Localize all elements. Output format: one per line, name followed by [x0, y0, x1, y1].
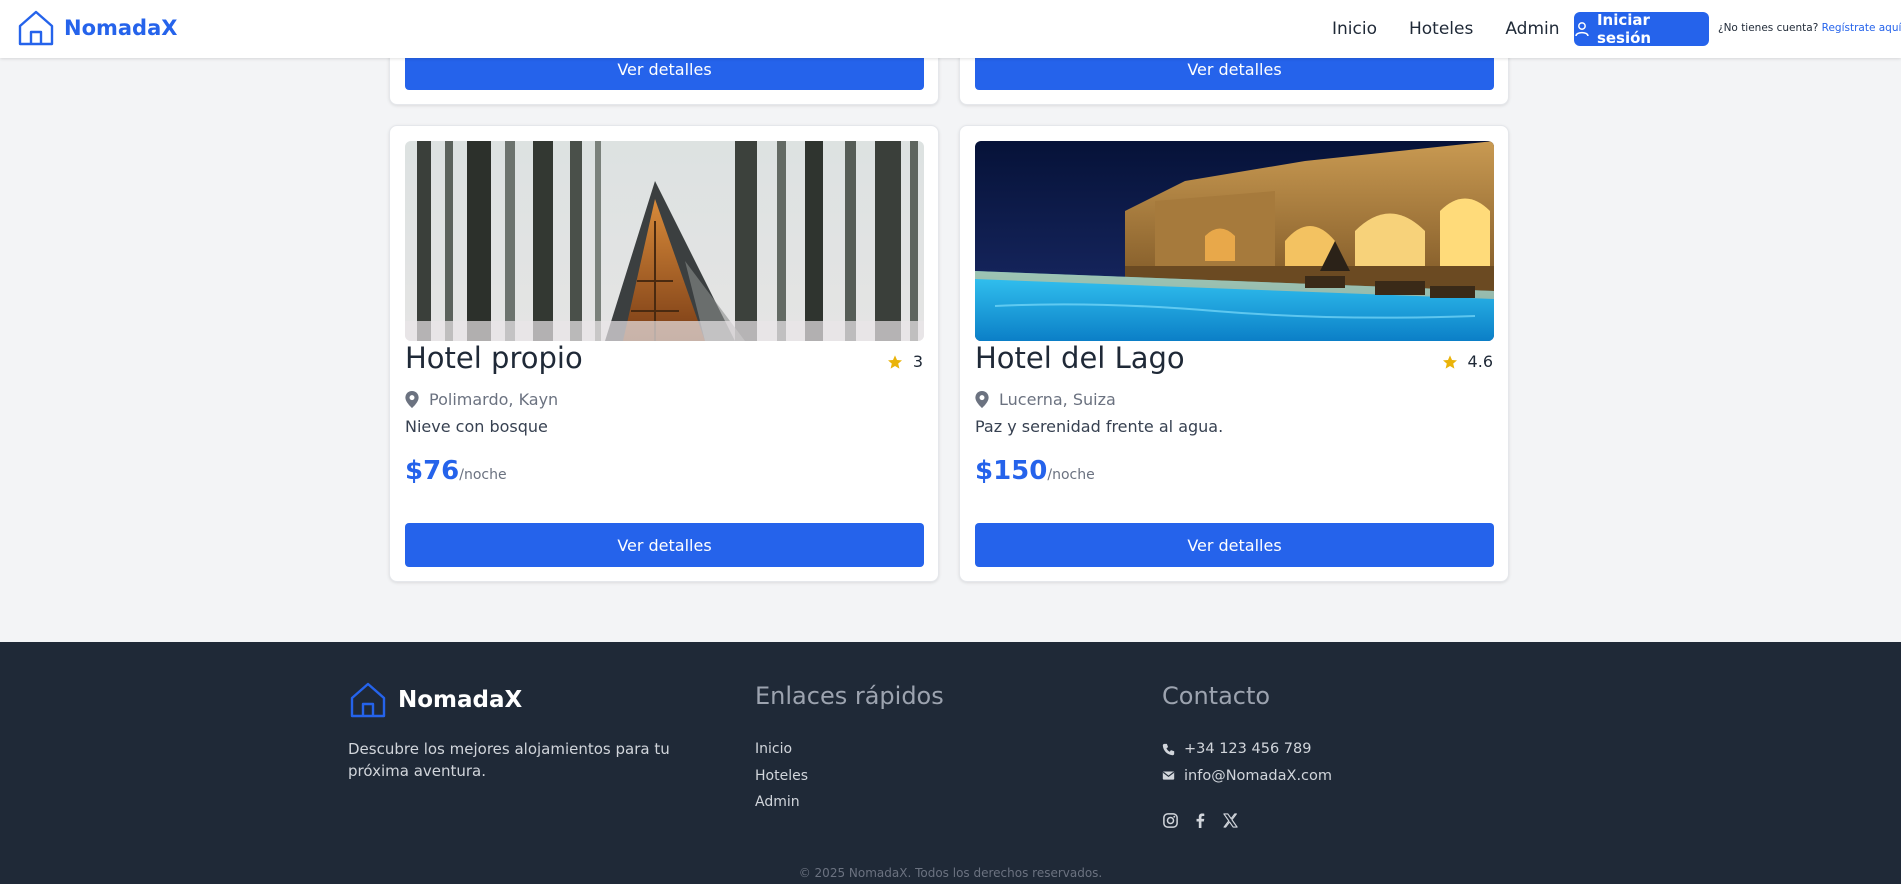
hotel-price: $76 /noche: [405, 456, 507, 486]
hotel-card: Hotel del Lago 4.6 Lucerna, Suiza Paz y …: [959, 125, 1509, 582]
ver-detalles-button[interactable]: Ver detalles: [405, 523, 924, 567]
footer-brand: NomadaX: [348, 680, 522, 720]
price-amount: $76: [405, 456, 460, 486]
hotel-image[interactable]: [405, 141, 924, 341]
star-icon: [1442, 354, 1457, 369]
login-button[interactable]: Iniciar sesión: [1574, 11, 1709, 47]
footer-brand-name: NomadaX: [398, 687, 523, 713]
hotel-name: Hotel propio: [405, 341, 583, 375]
price-unit: /noche: [459, 467, 507, 483]
footer-description: Descubre los mejores alojamientos para t…: [348, 740, 670, 780]
hotel-image[interactable]: [975, 141, 1494, 341]
rating-value: 4.6: [1467, 352, 1493, 371]
footer-link-inicio[interactable]: Inicio: [755, 736, 808, 763]
contact-info: +34 123 456 789 info@NomadaX.com: [1162, 736, 1332, 789]
facebook-icon[interactable]: [1192, 812, 1209, 829]
price-amount: $150: [975, 456, 1048, 486]
quick-links: Inicio Hoteles Admin: [755, 736, 808, 816]
signup-prompt-text: ¿No tienes cuenta?: [1718, 22, 1819, 34]
phone-text: +34 123 456 789: [1184, 741, 1312, 757]
ver-detalles-button[interactable]: Ver detalles: [975, 523, 1494, 567]
brand-logo[interactable]: NomadaX: [16, 8, 177, 48]
email-text: info@NomadaX.com: [1184, 767, 1333, 784]
quick-links-heading: Enlaces rápidos: [755, 682, 944, 710]
house-icon: [18, 10, 54, 46]
hotel-description: Nieve con bosque: [405, 417, 548, 436]
hotel-location: Lucerna, Suiza: [975, 390, 1116, 409]
rating-value: 3: [912, 352, 923, 371]
hotel-rating: 4.6: [1442, 352, 1493, 371]
footer-link-admin[interactable]: Admin: [755, 789, 808, 816]
price-unit: /noche: [1047, 467, 1095, 483]
envelope-icon: [1162, 771, 1175, 780]
hotel-rating: 3: [887, 352, 923, 371]
map-pin-icon: [975, 391, 989, 408]
signup-prompt: ¿No tienes cuenta? Regístrate aquí: [1718, 22, 1901, 34]
star-icon: [887, 354, 902, 369]
nav-inicio[interactable]: Inicio: [1332, 19, 1377, 39]
house-icon: [350, 682, 386, 718]
copyright: © 2025 NomadaX. Todos los derechos reser…: [798, 866, 1103, 880]
hotel-location: Polimardo, Kayn: [405, 390, 558, 409]
hotel-price: $150 /noche: [975, 456, 1095, 486]
x-icon[interactable]: [1222, 812, 1239, 829]
contact-phone: +34 123 456 789: [1162, 736, 1332, 763]
social-links: [1162, 812, 1252, 829]
instagram-icon[interactable]: [1162, 812, 1179, 829]
login-label: Iniciar sesión: [1596, 11, 1652, 47]
phone-icon: [1162, 743, 1175, 755]
hotel-card: Hotel propio 3 Polimardo, Kayn Nieve con…: [389, 125, 939, 582]
nav-hoteles[interactable]: Hoteles: [1409, 19, 1473, 39]
map-pin-icon: [405, 391, 419, 408]
footer-link-hoteles[interactable]: Hoteles: [755, 763, 808, 790]
location-text: Polimardo, Kayn: [429, 390, 559, 409]
main-nav: Inicio Hoteles Admin: [1332, 0, 1592, 58]
hotel-name: Hotel del Lago: [975, 341, 1185, 375]
top-navbar: NomadaX Inicio Hoteles Admin Iniciar ses…: [0, 0, 1901, 58]
location-text: Lucerna, Suiza: [999, 390, 1116, 409]
brand-name: NomadaX: [64, 16, 178, 40]
nav-admin[interactable]: Admin: [1505, 19, 1559, 39]
user-icon: [1575, 22, 1589, 37]
site-footer: NomadaX Descubre los mejores alojamiento…: [0, 642, 1901, 884]
contact-heading: Contacto: [1162, 682, 1271, 710]
contact-email: info@NomadaX.com: [1162, 763, 1332, 790]
hotel-description: Paz y serenidad frente al agua.: [975, 417, 1224, 436]
signup-link[interactable]: Regístrate aquí: [1822, 22, 1901, 34]
